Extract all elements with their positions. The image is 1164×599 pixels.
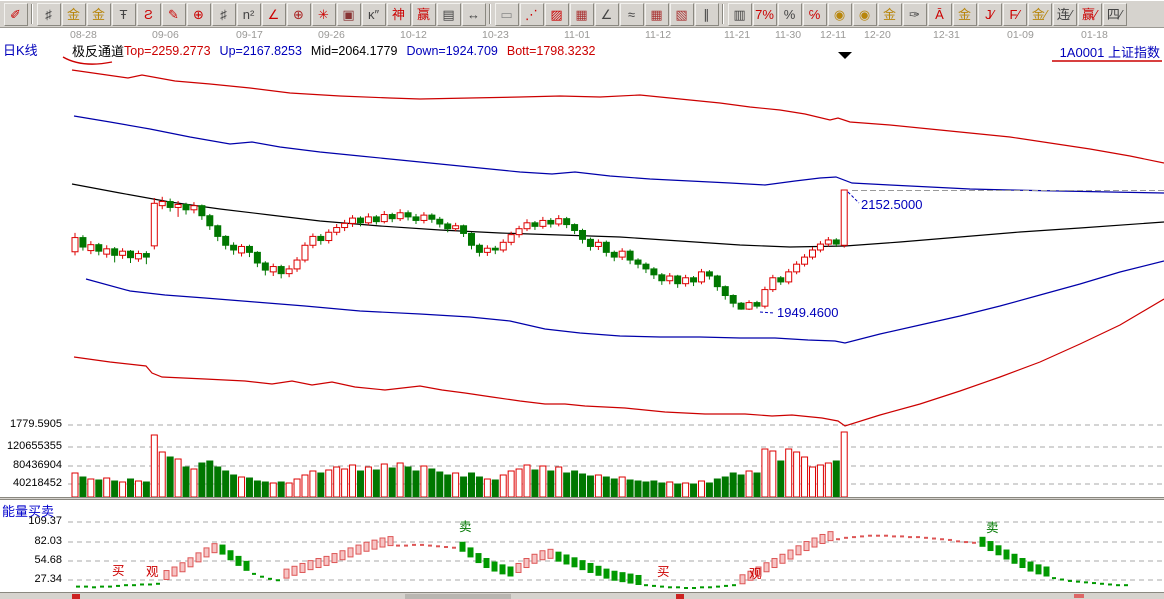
channel-param: Down=1924.709 <box>406 44 497 58</box>
date-tick-label: 09-26 <box>318 29 345 41</box>
channel-param: Up=2167.8253 <box>220 44 302 58</box>
scale-label: 82.03 <box>0 535 62 547</box>
date-tick-label: 01-18 <box>1081 29 1108 41</box>
scale-label: 27.34 <box>0 573 62 585</box>
scale-label: 80436904 <box>0 459 62 471</box>
date-tick-label: 12-31 <box>933 29 960 41</box>
period-label: 日K线 <box>3 40 38 59</box>
channel-line-down <box>86 261 1164 343</box>
symbol-label: 1A0001 上证指数 <box>1060 42 1160 61</box>
low-price-label: 1949.4600 <box>777 305 838 320</box>
volume-series <box>72 432 847 497</box>
chart-canvas[interactable]: 买 观 卖买 观 卖 2152.5000 1949.4600 <box>0 0 1164 599</box>
svg-text:观: 观 <box>749 567 762 581</box>
next-pane-mark <box>72 594 80 599</box>
scale-label: 40218452 <box>0 477 62 489</box>
channel-param: Top=2259.2773 <box>124 44 211 58</box>
dropdown-marker-icon <box>838 52 852 59</box>
date-tick-label: 11-21 <box>724 29 750 41</box>
channel-line-up <box>74 116 1164 193</box>
date-tick-label: 10-12 <box>400 29 427 41</box>
date-tick-label: 01-09 <box>1007 29 1034 41</box>
bottom-pane-edge <box>0 592 1164 599</box>
next-pane-mark <box>1074 594 1084 598</box>
svg-text:买: 买 <box>657 565 670 579</box>
next-pane-mark <box>676 594 684 599</box>
channel-line-bott <box>74 299 1164 426</box>
svg-text:卖: 卖 <box>459 520 472 534</box>
date-tick-label: 12-11 <box>820 29 846 41</box>
channel-line-top <box>72 70 1164 163</box>
app-window: ✐♯金金ŦƧ✎⊕♯n²∠⊕✳▣ĸ″神赢▤↔▭⋰▨▦∠≈▦▧∥▥7%%℅◉◉金✑Ā… <box>0 0 1164 599</box>
date-axis: 08-28 09-06 09-17 09-26 10-12 10-23 11-01 11-12… <box>0 29 1164 41</box>
pane-divider[interactable] <box>0 497 1164 500</box>
scale-label: 1779.5905 <box>0 418 62 430</box>
date-tick-label: 11-01 <box>564 29 590 41</box>
date-tick-label: 11-30 <box>775 29 801 41</box>
svg-text:观: 观 <box>146 565 159 579</box>
svg-text:卖: 卖 <box>986 521 999 535</box>
indicator-params: Top=2259.2773 Up=2167.8253 Mid=2064.1779 Do… <box>124 42 604 60</box>
signal-labels: 买 观 卖买 观 卖 <box>112 520 999 581</box>
channel-param: Bott=1798.3232 <box>507 44 596 58</box>
channel-param: Mid=2064.1779 <box>311 44 398 58</box>
date-tick-label: 11-12 <box>645 29 671 41</box>
indicator-panel-title: 能量买卖 <box>2 501 54 520</box>
indicator-name: 极反通道 <box>72 41 124 60</box>
svg-text:买: 买 <box>112 564 125 578</box>
scale-label: 54.68 <box>0 554 62 566</box>
scale-label: 120655355 <box>0 440 62 452</box>
date-tick-label: 09-17 <box>236 29 263 41</box>
date-tick-label: 12-20 <box>864 29 891 41</box>
candlestick-series <box>72 190 847 310</box>
scroll-segment[interactable] <box>405 594 511 599</box>
date-tick-label: 08-28 <box>70 29 97 41</box>
channel-line-mid <box>72 184 1164 247</box>
date-tick-label: 10-23 <box>482 29 509 41</box>
high-price-label: 2152.5000 <box>861 197 922 212</box>
date-tick-label: 09-06 <box>152 29 179 41</box>
